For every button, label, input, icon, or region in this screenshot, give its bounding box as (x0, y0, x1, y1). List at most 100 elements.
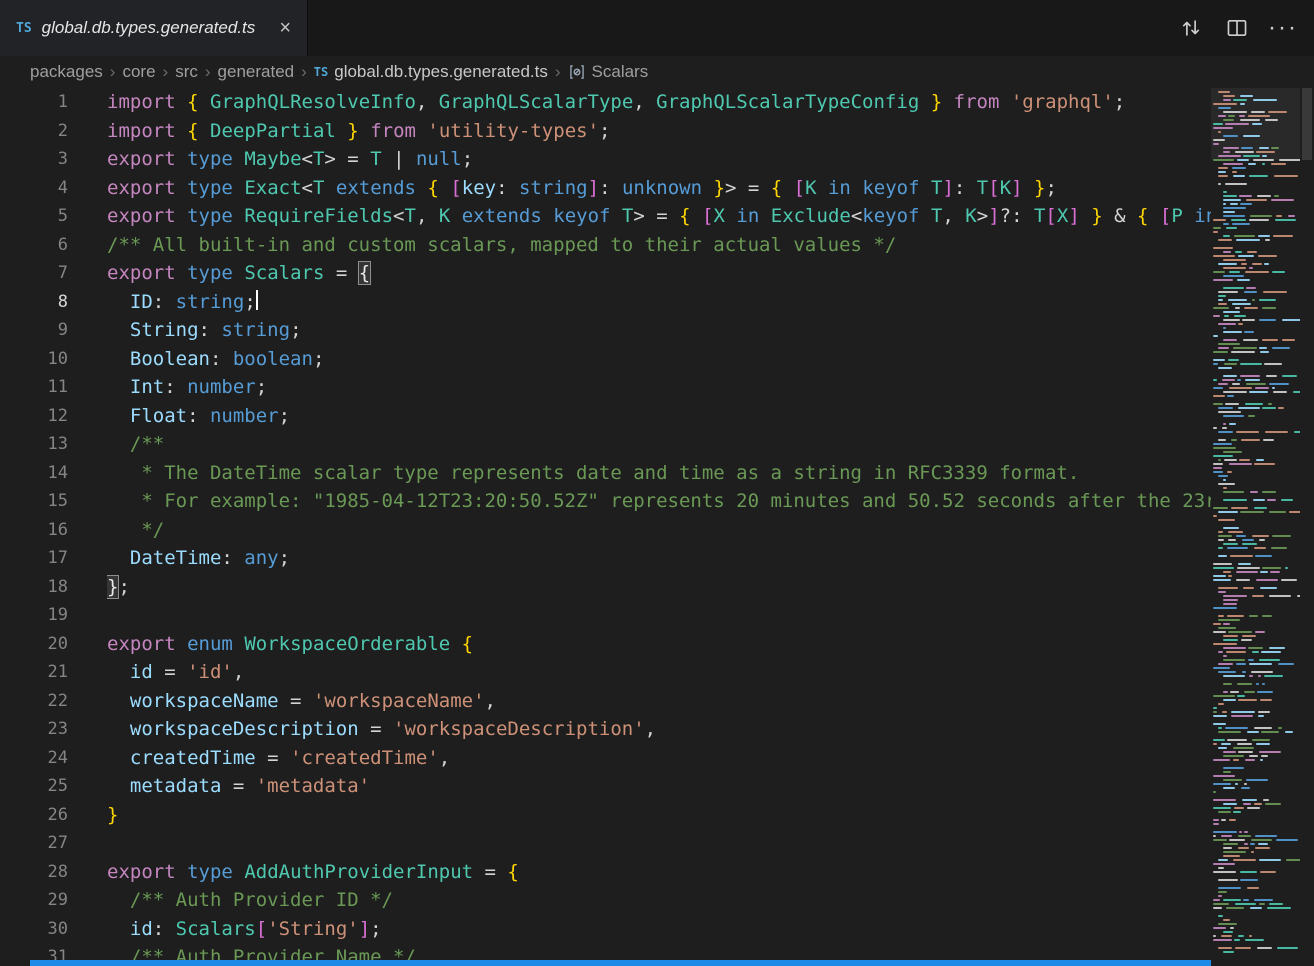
line-number[interactable]: 24 (0, 744, 68, 773)
code-line-5[interactable]: 5export type RequireFields<T, K extends … (0, 202, 1211, 231)
line-number[interactable]: 23 (0, 715, 68, 744)
more-actions-icon[interactable]: ··· (1270, 15, 1296, 41)
line-number[interactable]: 15 (0, 487, 68, 516)
line-number[interactable]: 7 (0, 259, 68, 288)
code-line-31[interactable]: 31 /** Auth Provider Name */ (0, 943, 1211, 960)
line-number[interactable]: 4 (0, 174, 68, 203)
code-line-23[interactable]: 23 workspaceDescription = 'workspaceDesc… (0, 715, 1211, 744)
code-line-28[interactable]: 28export type AddAuthProviderInput = { (0, 858, 1211, 887)
code-token: Boolean (130, 348, 210, 370)
code-line-30[interactable]: 30 id: Scalars['String']; (0, 915, 1211, 944)
code-line-21[interactable]: 21 id = 'id', (0, 658, 1211, 687)
line-number[interactable]: 9 (0, 316, 68, 345)
minimap-line (1211, 791, 1300, 793)
minimap-line (1211, 171, 1300, 173)
code-line-27[interactable]: 27 (0, 829, 1211, 858)
code-line-18[interactable]: 18}; (0, 573, 1211, 602)
breadcrumb-item-src[interactable]: src (175, 62, 198, 82)
code-line-25[interactable]: 25 metadata = 'metadata' (0, 772, 1211, 801)
minimap-line (1211, 267, 1300, 269)
code-token (942, 91, 953, 113)
line-number[interactable]: 26 (0, 801, 68, 830)
minimap-line (1211, 287, 1300, 289)
line-number[interactable]: 2 (0, 117, 68, 146)
code-line-19[interactable]: 19 (0, 601, 1211, 630)
line-number[interactable]: 22 (0, 687, 68, 716)
code-line-3[interactable]: 3export type Maybe<T> = T | null; (0, 145, 1211, 174)
line-number[interactable]: 30 (0, 915, 68, 944)
code-token: export (107, 262, 176, 284)
line-number[interactable]: 14 (0, 459, 68, 488)
line-number[interactable]: 8 (0, 288, 68, 317)
code-token: type (187, 262, 233, 284)
line-number[interactable]: 17 (0, 544, 68, 573)
minimap-line (1211, 427, 1300, 429)
line-number[interactable]: 12 (0, 402, 68, 431)
line-number[interactable]: 25 (0, 772, 68, 801)
split-editor-icon[interactable] (1224, 15, 1250, 41)
vertical-scrollbar-slider[interactable] (1302, 88, 1312, 160)
horizontal-scrollbar[interactable] (30, 960, 1211, 966)
line-number[interactable]: 31 (0, 943, 68, 960)
line-number[interactable]: 29 (0, 886, 68, 915)
code-line-1[interactable]: 1import { GraphQLResolveInfo, GraphQLSca… (0, 88, 1211, 117)
code-line-26[interactable]: 26} (0, 801, 1211, 830)
code-token: , (416, 91, 439, 113)
code-line-20[interactable]: 20export enum WorkspaceOrderable { (0, 630, 1211, 659)
line-number[interactable]: 18 (0, 573, 68, 602)
code-line-2[interactable]: 2import { DeepPartial } from 'utility-ty… (0, 117, 1211, 146)
minimap-line (1211, 263, 1300, 265)
minimap-line (1211, 283, 1300, 285)
code-line-24[interactable]: 24 createdTime = 'createdTime', (0, 744, 1211, 773)
tab-global-db-types-generated-ts[interactable]: TS global.db.types.generated.ts × (0, 0, 308, 56)
code-line-12[interactable]: 12 Float: number; (0, 402, 1211, 431)
line-number[interactable]: 10 (0, 345, 68, 374)
code-line-17[interactable]: 17 DateTime: any; (0, 544, 1211, 573)
code-line-10[interactable]: 10 Boolean: boolean; (0, 345, 1211, 374)
minimap-line (1211, 815, 1300, 817)
code-token: , (633, 91, 656, 113)
code-area[interactable]: 1import { GraphQLResolveInfo, GraphQLSca… (0, 88, 1211, 960)
line-number[interactable]: 27 (0, 829, 68, 858)
line-number[interactable]: 16 (0, 516, 68, 545)
close-icon[interactable]: × (273, 16, 297, 40)
minimap-line (1211, 451, 1300, 453)
code-line-29[interactable]: 29 /** Auth Provider ID */ (0, 886, 1211, 915)
code-token: , (485, 690, 496, 712)
code-line-22[interactable]: 22 workspaceName = 'workspaceName', (0, 687, 1211, 716)
code-token: < (302, 177, 313, 199)
code-line-14[interactable]: 14 * The DateTime scalar type represents… (0, 459, 1211, 488)
code-line-6[interactable]: 6/** All built-in and custom scalars, ma… (0, 231, 1211, 260)
minimap-line (1211, 611, 1300, 613)
minimap-line (1211, 367, 1300, 369)
code-token: & (1103, 205, 1137, 227)
breadcrumb-item-global-db-types-generated-ts[interactable]: TSglobal.db.types.generated.ts (314, 62, 548, 82)
line-number[interactable]: 11 (0, 373, 68, 402)
code-line-7[interactable]: 7export type Scalars = { (0, 259, 1211, 288)
line-number[interactable]: 13 (0, 430, 68, 459)
code-line-15[interactable]: 15 * For example: "1985-04-12T23:20:50.5… (0, 487, 1211, 516)
code-line-4[interactable]: 4export type Exact<T extends { [key: str… (0, 174, 1211, 203)
code-line-13[interactable]: 13 /** (0, 430, 1211, 459)
breadcrumb-item-packages[interactable]: packages (30, 62, 103, 82)
code-line-9[interactable]: 9 String: string; (0, 316, 1211, 345)
breadcrumb-item-core[interactable]: core (122, 62, 155, 82)
code-line-11[interactable]: 11 Int: number; (0, 373, 1211, 402)
line-number[interactable]: 3 (0, 145, 68, 174)
vertical-scrollbar[interactable] (1300, 88, 1314, 966)
line-number[interactable]: 21 (0, 658, 68, 687)
breadcrumb-item-generated[interactable]: generated (218, 62, 295, 82)
line-number[interactable]: 28 (0, 858, 68, 887)
minimap-line (1211, 383, 1300, 385)
compare-changes-icon[interactable] (1178, 15, 1204, 41)
breadcrumb-item-scalars[interactable]: Scalars (568, 62, 649, 82)
line-number[interactable]: 19 (0, 601, 68, 630)
code-line-16[interactable]: 16 */ (0, 516, 1211, 545)
minimap-line (1211, 167, 1300, 169)
line-number[interactable]: 1 (0, 88, 68, 117)
line-number[interactable]: 5 (0, 202, 68, 231)
line-number[interactable]: 20 (0, 630, 68, 659)
line-number[interactable]: 6 (0, 231, 68, 260)
code-line-8[interactable]: 8 ID: string; (0, 288, 1211, 317)
minimap[interactable] (1211, 88, 1300, 966)
